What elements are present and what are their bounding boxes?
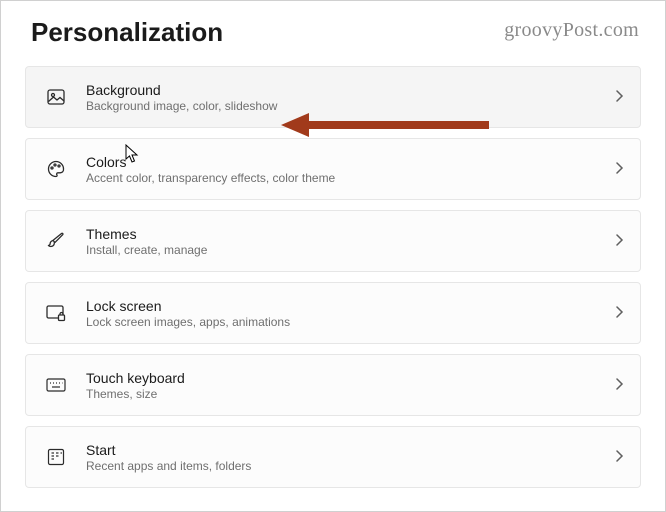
setting-item-subtitle: Recent apps and items, folders xyxy=(86,459,614,474)
setting-item-subtitle: Background image, color, slideshow xyxy=(86,99,614,114)
setting-item-title: Touch keyboard xyxy=(86,369,614,387)
setting-item-title: Lock screen xyxy=(86,297,614,315)
setting-item-subtitle: Accent color, transparency effects, colo… xyxy=(86,171,614,186)
settings-window: Personalization groovyPost.com Backgroun… xyxy=(0,0,666,512)
setting-item-title: Themes xyxy=(86,225,614,243)
setting-item-colors[interactable]: Colors Accent color, transparency effect… xyxy=(25,138,641,200)
chevron-right-icon xyxy=(614,305,624,321)
chevron-right-icon xyxy=(614,233,624,249)
setting-item-body: Background Background image, color, slid… xyxy=(86,81,614,114)
setting-item-title: Start xyxy=(86,441,614,459)
chevron-right-icon xyxy=(614,449,624,465)
setting-item-title: Background xyxy=(86,81,614,99)
setting-item-background[interactable]: Background Background image, color, slid… xyxy=(25,66,641,128)
chevron-right-icon xyxy=(614,161,624,177)
setting-item-body: Lock screen Lock screen images, apps, an… xyxy=(86,297,614,330)
setting-item-title: Colors xyxy=(86,153,614,171)
setting-item-start[interactable]: Start Recent apps and items, folders xyxy=(25,426,641,488)
setting-item-subtitle: Lock screen images, apps, animations xyxy=(86,315,614,330)
setting-item-body: Themes Install, create, manage xyxy=(86,225,614,258)
setting-item-subtitle: Themes, size xyxy=(86,387,614,402)
setting-item-subtitle: Install, create, manage xyxy=(86,243,614,258)
picture-icon xyxy=(42,87,70,107)
settings-list: Background Background image, color, slid… xyxy=(1,66,665,488)
setting-item-themes[interactable]: Themes Install, create, manage xyxy=(25,210,641,272)
setting-item-lock-screen[interactable]: Lock screen Lock screen images, apps, an… xyxy=(25,282,641,344)
chevron-right-icon xyxy=(614,89,624,105)
touch-keyboard-icon xyxy=(42,376,70,394)
setting-item-body: Colors Accent color, transparency effect… xyxy=(86,153,614,186)
palette-icon xyxy=(42,159,70,179)
lock-screen-icon xyxy=(42,303,70,323)
setting-item-body: Start Recent apps and items, folders xyxy=(86,441,614,474)
setting-item-touch-keyboard[interactable]: Touch keyboard Themes, size xyxy=(25,354,641,416)
brush-icon xyxy=(42,231,70,251)
start-menu-icon xyxy=(42,447,70,467)
watermark-text: groovyPost.com xyxy=(504,19,639,42)
setting-item-body: Touch keyboard Themes, size xyxy=(86,369,614,402)
chevron-right-icon xyxy=(614,377,624,393)
